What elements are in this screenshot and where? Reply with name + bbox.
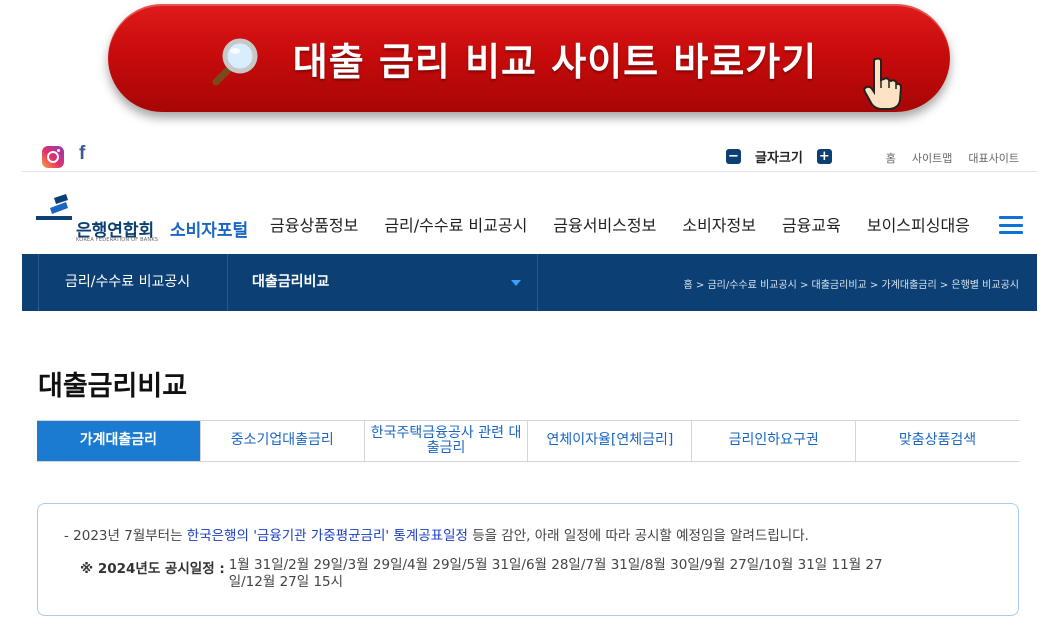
tab-household-loan[interactable]: 가계대출금리 <box>37 421 201 461</box>
subnav-level2[interactable]: 대출금리비교 <box>228 254 538 311</box>
instagram-icon[interactable] <box>42 146 64 168</box>
logo-subtitle: KOREA FEDERATION OF BANKS <box>76 237 159 243</box>
schedule-dates: 1월 31일/2월 29일/3월 29일/4월 29일/5월 31일/6월 28… <box>228 557 883 590</box>
util-link-sitemap[interactable]: 사이트맵 <box>912 150 952 166</box>
nav-item-consumer-info[interactable]: 소비자정보 <box>682 212 756 236</box>
nav-item-financial-products[interactable]: 금융상품정보 <box>270 212 358 236</box>
logo[interactable]: 은행연합회 KOREA FEDERATION OF BANKS 소비자포털 <box>36 190 256 244</box>
notice-prefix: - 2023년 7월부터는 <box>64 528 187 544</box>
notice-suffix: 등을 감안, 아래 일정에 따라 공시할 예정임을 알려드립니다. <box>467 528 809 544</box>
nav-item-education[interactable]: 금융교육 <box>782 212 841 236</box>
nav-item-financial-services[interactable]: 금융서비스정보 <box>553 212 656 236</box>
menu-icon[interactable] <box>999 216 1023 234</box>
font-size-control: − 글자크기 + <box>726 147 832 166</box>
tab-bar: 가계대출금리 중소기업대출금리 한국주택금융공사 관련 대출금리 연체이자율[연… <box>37 420 1019 462</box>
page-title: 대출금리비교 <box>38 371 188 402</box>
utility-links: 홈 사이트맵 대표사이트 <box>886 150 1019 166</box>
subnav-level1[interactable]: 금리/수수료 비교공시 <box>38 254 228 311</box>
subnav-level2-label: 대출금리비교 <box>252 274 330 290</box>
sub-navigation: 금리/수수료 비교공시 대출금리비교 홈 > 금리/수수료 비교공시 > 대출금… <box>22 254 1037 311</box>
schedule-label: ※ 2024년도 공시일정 : <box>80 561 225 577</box>
font-size-label: 글자크기 <box>755 151 803 166</box>
breadcrumb: 홈 > 금리/수수료 비교공시 > 대출금리비교 > 가계대출금리 > 은행별 … <box>683 280 1019 291</box>
font-decrease-button[interactable]: − <box>726 149 741 164</box>
notice-highlight: 한국은행의 '금융기관 가중평균금리' 통계공표일정 <box>186 528 468 544</box>
magnifier-icon <box>212 38 258 86</box>
main-nav: 금융상품정보 금리/수수료 비교공시 금융서비스정보 소비자정보 금융교육 보이… <box>270 212 970 236</box>
tab-product-search[interactable]: 맞춤상품검색 <box>856 421 1019 461</box>
tab-hf-loan[interactable]: 한국주택금융공사 관련 대출금리 <box>365 421 529 461</box>
tab-overdue-rate[interactable]: 연체이자율[연체금리] <box>528 421 693 461</box>
font-increase-button[interactable]: + <box>816 149 832 164</box>
banner-text: 대출 금리 비교 사이트 바로가기 <box>292 39 818 84</box>
logo-mark-icon <box>36 194 72 220</box>
header: 은행연합회 KOREA FEDERATION OF BANKS 소비자포털 금융… <box>22 186 1037 254</box>
tab-sme-loan[interactable]: 중소기업대출금리 <box>201 421 365 461</box>
nav-item-rate-comparison[interactable]: 금리/수수료 비교공시 <box>384 212 527 236</box>
utility-bar: f − 글자크기 + 홈 사이트맵 대표사이트 <box>22 142 1037 172</box>
tab-rate-cut-right[interactable]: 금리인하요구권 <box>692 421 857 461</box>
notice-box: - 2023년 7월부터는 한국은행의 '금융기관 가중평균금리' 통계공표일정… <box>37 503 1019 616</box>
pointer-hand-icon <box>863 57 903 110</box>
notice-text: - 2023년 7월부터는 한국은행의 '금융기관 가중평균금리' 통계공표일정… <box>64 524 809 544</box>
facebook-icon[interactable]: f <box>79 143 85 165</box>
promo-banner[interactable]: 대출 금리 비교 사이트 바로가기 <box>108 4 950 112</box>
schedule: ※ 2024년도 공시일정 : 1월 31일/2월 29일/3월 29일/4월 … <box>80 557 909 591</box>
logo-portal: 소비자포털 <box>170 221 249 241</box>
util-link-home[interactable]: 홈 <box>886 150 896 166</box>
nav-item-voice-phishing[interactable]: 보이스피싱대응 <box>867 212 970 236</box>
dropdown-arrow-icon[interactable] <box>511 280 521 286</box>
util-link-main-site[interactable]: 대표사이트 <box>968 150 1019 166</box>
